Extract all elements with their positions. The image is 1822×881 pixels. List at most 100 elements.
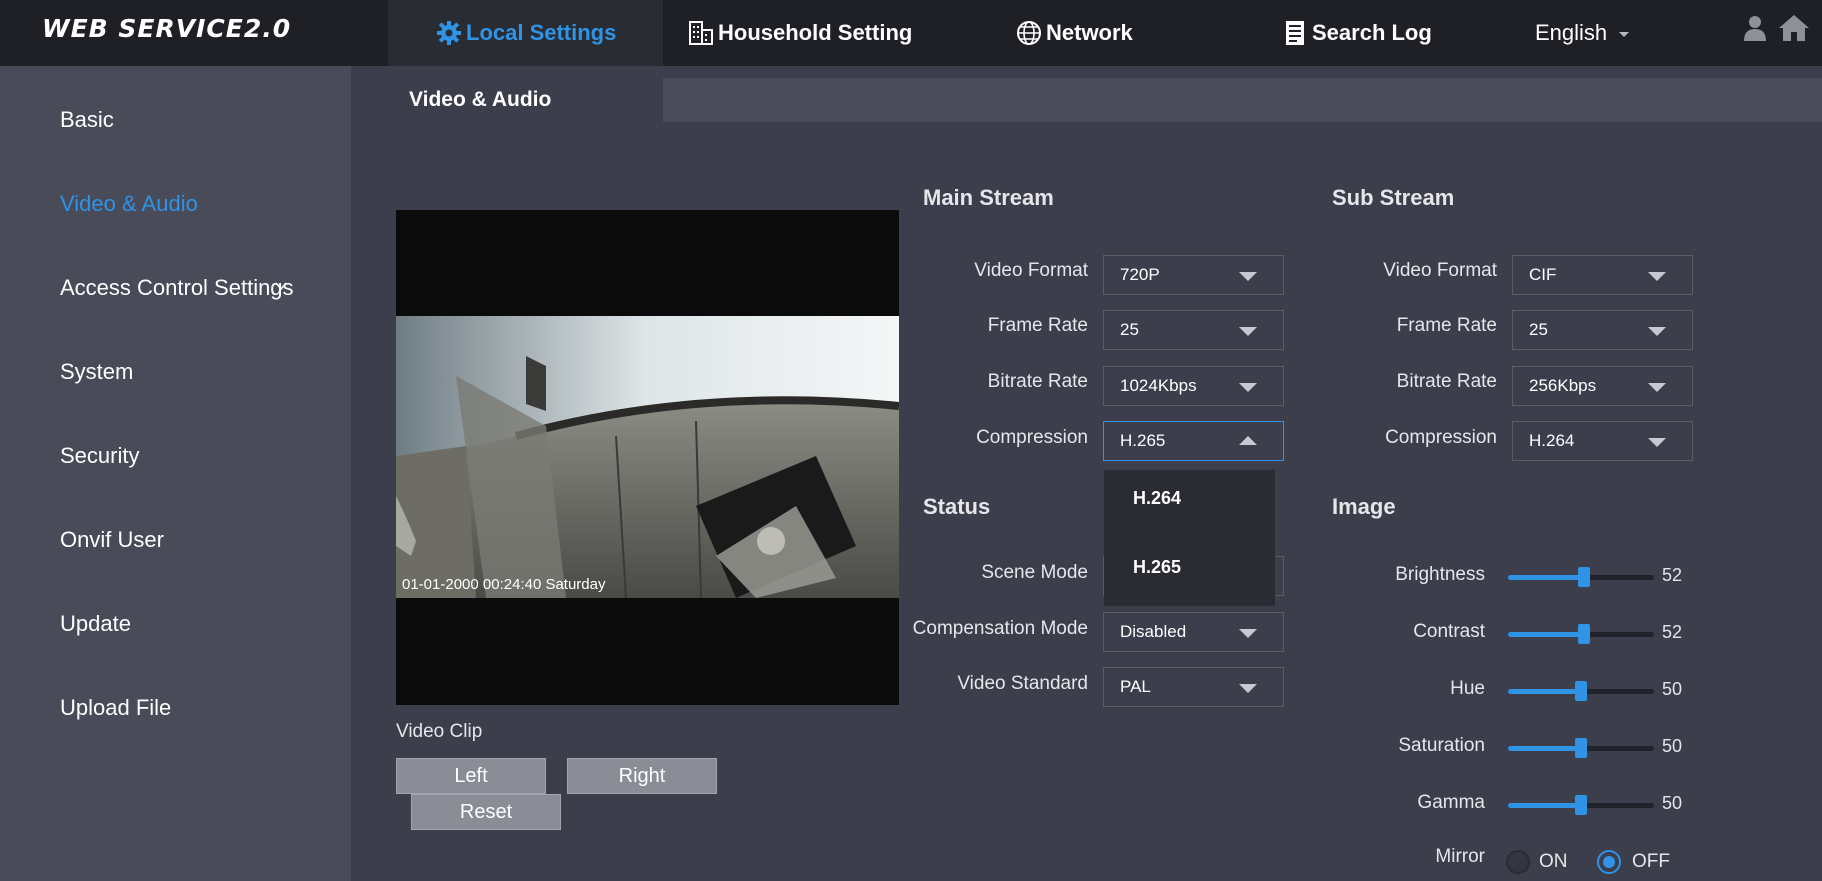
language-select[interactable]: English [1535, 0, 1630, 66]
video-standard-select[interactable]: PAL [1103, 667, 1284, 707]
video-preview: 01-01-2000 00:24:40 Saturday [396, 210, 899, 705]
sidebar-item-onvif-user[interactable]: Onvif User [60, 527, 164, 553]
main-video-format-value: 720P [1120, 265, 1160, 284]
nav-search-log[interactable]: Search Log [1282, 0, 1432, 66]
hue-slider-handle[interactable] [1575, 681, 1587, 701]
status-title: Status [923, 494, 991, 519]
nav-household-setting-label: Household Setting [718, 20, 913, 45]
gamma-slider[interactable] [1508, 795, 1654, 815]
sub-frame-rate-label: Frame Rate [1396, 315, 1497, 336]
chevron-down-icon [1648, 383, 1666, 392]
main-bitrate-rate-value: 1024Kbps [1120, 376, 1197, 395]
image-title: Image [1332, 494, 1396, 519]
sidebar-item-system[interactable]: System [60, 359, 133, 385]
compression-dropdown: H.264 H.265 [1104, 470, 1275, 606]
sidebar: Basic Video & Audio Access Control Setti… [0, 66, 351, 881]
clip-left-button[interactable]: Left [396, 758, 546, 794]
sub-frame-rate-value: 25 [1529, 320, 1548, 339]
sub-bitrate-rate-select[interactable]: 256Kbps [1512, 366, 1693, 406]
sub-compression-value: H.264 [1529, 431, 1575, 450]
main-video-format-label: Video Format [974, 260, 1088, 281]
sidebar-item-access-control-settings[interactable]: Access Control Settings [60, 275, 294, 301]
sub-bitrate-rate-label: Bitrate Rate [1396, 371, 1497, 392]
mouse-cursor-icon [275, 282, 287, 291]
building-icon [688, 20, 714, 46]
clip-right-button[interactable]: Right [567, 758, 717, 794]
video-standard-value: PAL [1120, 677, 1151, 696]
gamma-slider-handle[interactable] [1575, 795, 1587, 815]
mirror-on-label: ON [1539, 851, 1568, 872]
main-video-format-select[interactable]: 720P [1103, 255, 1284, 295]
contrast-slider-handle[interactable] [1577, 624, 1590, 644]
compensation-mode-select[interactable]: Disabled [1103, 612, 1284, 652]
gear-icon [436, 20, 462, 46]
sub-video-format-select[interactable]: CIF [1512, 255, 1693, 295]
compression-option-h264[interactable]: H.264 [1133, 488, 1181, 509]
video-standard-label: Video Standard [957, 673, 1088, 694]
main-compression-label: Compression [976, 427, 1088, 448]
chevron-up-icon [1239, 436, 1257, 445]
brightness-slider-fill [1508, 575, 1584, 580]
nav-network-label: Network [1046, 20, 1133, 45]
app-logo: WEB SERVICE2.0 [42, 14, 292, 43]
user-icon[interactable] [1742, 14, 1768, 42]
mirror-on-radio[interactable] [1506, 850, 1530, 874]
mirror-off-radio[interactable] [1597, 850, 1621, 874]
main-bitrate-rate-label: Bitrate Rate [987, 371, 1088, 392]
camera-image [396, 316, 899, 598]
compensation-mode-label: Compensation Mode [912, 618, 1088, 639]
language-label: English [1535, 20, 1608, 45]
clip-reset-button[interactable]: Reset [411, 794, 561, 830]
sub-compression-select[interactable]: H.264 [1512, 421, 1693, 461]
sidebar-item-upload-file[interactable]: Upload File [60, 695, 171, 721]
contrast-slider-fill [1508, 632, 1584, 637]
sidebar-item-update[interactable]: Update [60, 611, 131, 637]
globe-icon [1016, 20, 1042, 46]
contrast-slider[interactable] [1508, 624, 1654, 644]
compensation-mode-value: Disabled [1120, 622, 1187, 641]
sub-stream-title: Sub Stream [1332, 185, 1455, 210]
main-frame-rate-label: Frame Rate [987, 315, 1088, 336]
tab-video-audio[interactable]: Video & Audio [351, 78, 663, 122]
brightness-slider-handle[interactable] [1577, 567, 1590, 587]
gamma-label: Gamma [1417, 792, 1485, 813]
saturation-slider[interactable] [1508, 738, 1654, 758]
saturation-slider-handle[interactable] [1575, 738, 1587, 758]
hue-slider[interactable] [1508, 681, 1654, 701]
mirror-label: Mirror [1435, 846, 1485, 867]
hue-slider-fill [1508, 689, 1581, 694]
sidebar-item-video-audio[interactable]: Video & Audio [60, 191, 198, 217]
contrast-label: Contrast [1413, 621, 1485, 642]
compression-option-h265[interactable]: H.265 [1133, 557, 1181, 578]
video-timestamp: 01-01-2000 00:24:40 Saturday [402, 576, 606, 593]
main-frame-rate-select[interactable]: 25 [1103, 310, 1284, 350]
mirror-off-label: OFF [1632, 851, 1670, 872]
hue-value: 50 [1662, 679, 1683, 699]
sidebar-item-security[interactable]: Security [60, 443, 139, 469]
chevron-down-icon [1239, 383, 1257, 392]
nav-network[interactable]: Network [1016, 0, 1133, 66]
home-icon[interactable] [1778, 14, 1810, 42]
sub-frame-rate-select[interactable]: 25 [1512, 310, 1693, 350]
main-compression-value: H.265 [1120, 431, 1166, 450]
brightness-value: 52 [1662, 565, 1683, 585]
chevron-down-icon [1239, 629, 1257, 638]
chevron-down-icon [1619, 32, 1630, 37]
nav-local-settings-label: Local Settings [466, 20, 617, 45]
sub-bitrate-rate-value: 256Kbps [1529, 376, 1597, 395]
chevron-down-icon [1648, 272, 1666, 281]
gamma-slider-fill [1508, 803, 1581, 808]
sub-video-format-label: Video Format [1383, 260, 1497, 281]
sub-video-format-value: CIF [1529, 265, 1557, 284]
sidebar-item-basic[interactable]: Basic [60, 107, 114, 133]
main-bitrate-rate-select[interactable]: 1024Kbps [1103, 366, 1284, 406]
brightness-slider[interactable] [1508, 567, 1654, 587]
chevron-down-icon [1239, 327, 1257, 336]
main-compression-select[interactable]: H.265 [1103, 421, 1284, 461]
saturation-label: Saturation [1398, 735, 1485, 756]
nav-local-settings[interactable]: Local Settings [388, 0, 663, 66]
scene-mode-label: Scene Mode [981, 562, 1088, 583]
chevron-down-icon [1648, 327, 1666, 336]
chevron-down-icon [1239, 684, 1257, 693]
nav-household-setting[interactable]: Household Setting [688, 0, 912, 66]
